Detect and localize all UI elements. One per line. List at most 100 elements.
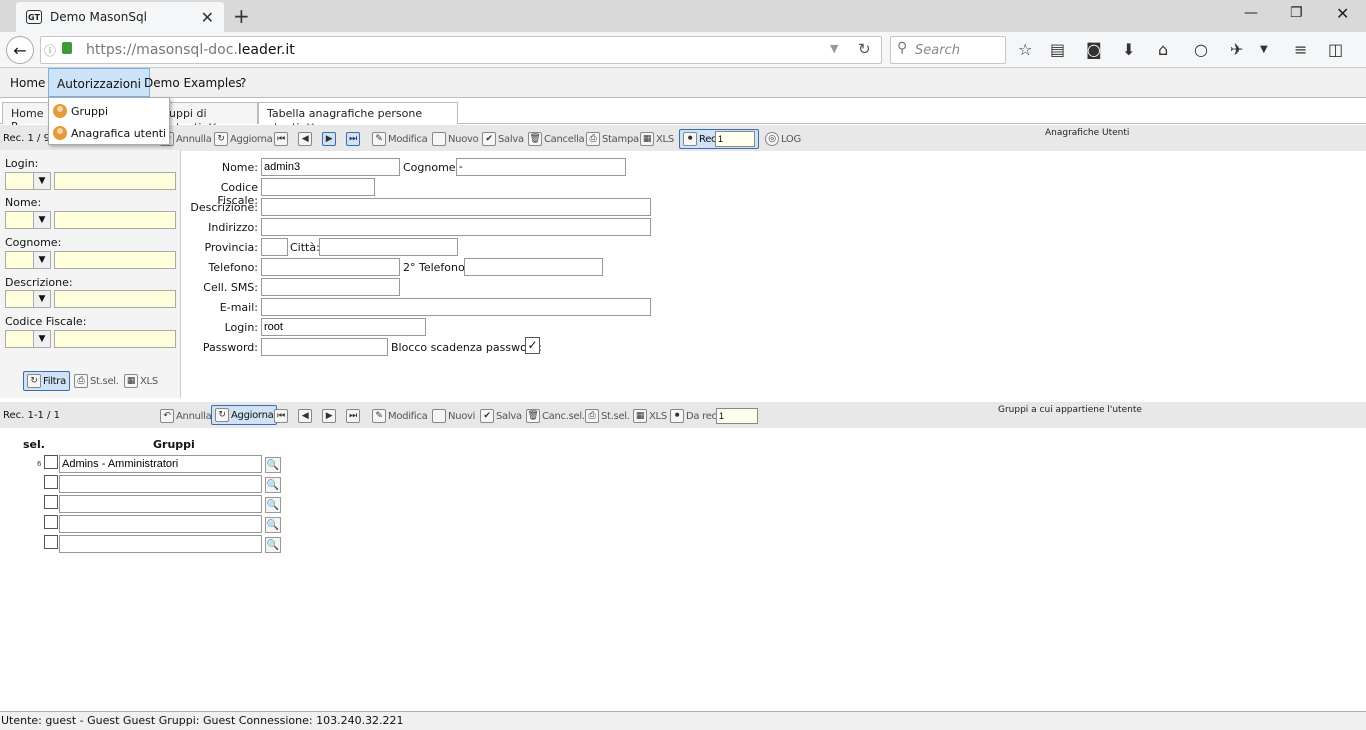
- minimize-icon[interactable]: —: [1244, 5, 1258, 21]
- blocco-scadenza-checkbox[interactable]: ✓: [525, 337, 540, 354]
- prev-record-button[interactable]: ◀: [298, 129, 314, 149]
- row-select-checkbox[interactable]: [44, 455, 58, 469]
- detail-annulla-button[interactable]: ↶ Annulla: [160, 406, 212, 426]
- aggiorna-button[interactable]: ↻ Aggiorna: [214, 129, 273, 149]
- provincia-field[interactable]: [261, 238, 288, 256]
- dropdown-item-anagrafica-utenti[interactable]: Anagrafica utenti: [53, 122, 166, 144]
- hamburger-menu-icon[interactable]: ≡: [1294, 40, 1307, 59]
- cell-sms-field[interactable]: [261, 278, 400, 296]
- detail-modifica-button[interactable]: ✎ Modifica: [372, 406, 428, 426]
- rec-goto-input[interactable]: [715, 131, 755, 147]
- lookup-icon[interactable]: 🔍: [265, 477, 281, 493]
- filter-op-cognome[interactable]: ▼: [5, 251, 51, 269]
- citta-field[interactable]: [319, 238, 458, 256]
- filter-input-cognome[interactable]: [54, 251, 176, 269]
- detail-last-button[interactable]: ⏭: [346, 406, 362, 426]
- lookup-icon[interactable]: 🔍: [265, 537, 281, 553]
- filter-op-login[interactable]: ▼: [5, 172, 51, 190]
- detail-darec-button[interactable]: ⚫ Da rec.: [670, 406, 720, 426]
- filtra-button[interactable]: ↻ Filtra: [23, 371, 70, 391]
- indirizzo-field[interactable]: [261, 218, 651, 236]
- descrizione-field[interactable]: [261, 198, 651, 216]
- detail-cancsel-button[interactable]: 🗑 Canc.sel.: [526, 406, 585, 426]
- doc-tab-anagrafiche[interactable]: Tabella anagrafiche persone utenti✕: [258, 102, 458, 134]
- nuovo-button[interactable]: Nuovo: [432, 129, 479, 149]
- filter-op-codice-fiscale[interactable]: ▼: [5, 330, 51, 348]
- next-record-button[interactable]: ▶: [322, 129, 338, 149]
- filter-op-nome[interactable]: ▼: [5, 211, 51, 229]
- filter-input-nome[interactable]: [54, 211, 176, 229]
- browser-tab-title: Demo MasonSql: [50, 10, 147, 24]
- browser-tab[interactable]: GT Demo MasonSql ✕: [16, 2, 224, 32]
- provincia-label: Provincia:: [204, 241, 258, 254]
- new-tab-button[interactable]: +: [233, 4, 250, 28]
- download-icon[interactable]: ⬇: [1122, 40, 1135, 59]
- xls-button[interactable]: ▦ XLS: [640, 129, 674, 149]
- row-select-checkbox[interactable]: [44, 475, 58, 489]
- reload-icon[interactable]: ↻: [858, 40, 871, 58]
- lookup-icon[interactable]: 🔍: [265, 497, 281, 513]
- restore-icon[interactable]: ❐: [1290, 5, 1303, 21]
- lookup-icon[interactable]: 🔍: [265, 517, 281, 533]
- row-select-checkbox[interactable]: [44, 515, 58, 529]
- grid-cell-gruppo[interactable]: [59, 455, 262, 473]
- grid-cell-gruppo[interactable]: [59, 475, 262, 493]
- last-record-button[interactable]: ⏭: [346, 129, 362, 149]
- detail-first-button[interactable]: ⏮: [274, 406, 290, 426]
- detail-salva-button[interactable]: ✔ Salva: [480, 406, 522, 426]
- reading-list-icon[interactable]: ▤: [1050, 40, 1065, 59]
- grid-cell-gruppo[interactable]: [59, 535, 262, 553]
- filter-input-codice-fiscale[interactable]: [54, 330, 176, 348]
- codice-fiscale-field[interactable]: [261, 178, 375, 196]
- filter-input-login[interactable]: [54, 172, 176, 190]
- detail-stsel-button[interactable]: ⎙ St.sel.: [585, 406, 630, 426]
- home-icon[interactable]: ⌂: [1158, 40, 1168, 59]
- chat-icon[interactable]: ○: [1194, 40, 1208, 59]
- url-text[interactable]: https://masonsql-doc.leader.it: [86, 42, 295, 58]
- filter-input-descrizione[interactable]: [54, 290, 176, 308]
- cognome-field[interactable]: [456, 158, 626, 176]
- telefono2-field[interactable]: [464, 258, 603, 276]
- pocket-icon[interactable]: ◙: [1086, 40, 1102, 59]
- email-field[interactable]: [261, 298, 651, 316]
- password-field[interactable]: [261, 338, 388, 356]
- detail-next-button[interactable]: ▶: [322, 406, 338, 426]
- nome-field[interactable]: [261, 158, 400, 176]
- grid-cell-gruppo[interactable]: [59, 515, 262, 533]
- detail-nuovi-button[interactable]: Nuovi: [432, 406, 475, 426]
- stampa-button[interactable]: ⎙ Stampa: [586, 129, 639, 149]
- overflow-chevron-icon[interactable]: ▼: [1260, 44, 1268, 55]
- row-select-checkbox[interactable]: [44, 535, 58, 549]
- log-button[interactable]: ◎ LOG: [765, 129, 801, 149]
- detail-xls-button[interactable]: ▦ XLS: [633, 406, 667, 426]
- modifica-button[interactable]: ✎ Modifica: [372, 129, 428, 149]
- info-icon[interactable]: ⓘ: [44, 42, 56, 59]
- grid-cell-gruppo[interactable]: [59, 495, 262, 513]
- login-field[interactable]: [261, 318, 426, 336]
- url-dropdown-icon[interactable]: ▼: [830, 42, 838, 55]
- telefono-field[interactable]: [261, 258, 400, 276]
- detail-aggiorna-button[interactable]: ↻ Aggiorna: [211, 405, 278, 425]
- search-input[interactable]: Search: [890, 36, 1006, 64]
- menu-autorizzazioni[interactable]: Autorizzazioni: [48, 68, 150, 97]
- menu-help[interactable]: ?: [232, 68, 254, 97]
- first-record-button[interactable]: ⏮: [274, 129, 290, 149]
- menu-home[interactable]: Home: [2, 68, 53, 97]
- filter-xls-button[interactable]: ▦ XLS: [124, 371, 158, 391]
- close-tab-icon[interactable]: ✕: [201, 8, 214, 27]
- close-window-icon[interactable]: ✕: [1336, 4, 1349, 23]
- salva-button[interactable]: ✔ Salva: [482, 129, 524, 149]
- dropdown-item-gruppi[interactable]: Gruppi: [53, 100, 108, 122]
- filter-op-descrizione[interactable]: ▼: [5, 290, 51, 308]
- detail-darec-input[interactable]: [716, 408, 758, 424]
- cancella-button[interactable]: 🗑 Cancella: [528, 129, 585, 149]
- back-button[interactable]: ←: [6, 36, 34, 64]
- profile-icon[interactable]: ◫: [1328, 40, 1343, 59]
- lookup-icon[interactable]: 🔍: [265, 457, 281, 473]
- bookmark-star-icon[interactable]: ☆: [1018, 40, 1032, 59]
- extension-icon[interactable]: ✈: [1230, 40, 1243, 59]
- doc-tab-gruppi[interactable]: uppi di utenti✕: [160, 102, 258, 134]
- detail-prev-button[interactable]: ◀: [298, 406, 314, 426]
- row-select-checkbox[interactable]: [44, 495, 58, 509]
- filter-stsel-button[interactable]: ⎙ St.sel.: [74, 371, 119, 391]
